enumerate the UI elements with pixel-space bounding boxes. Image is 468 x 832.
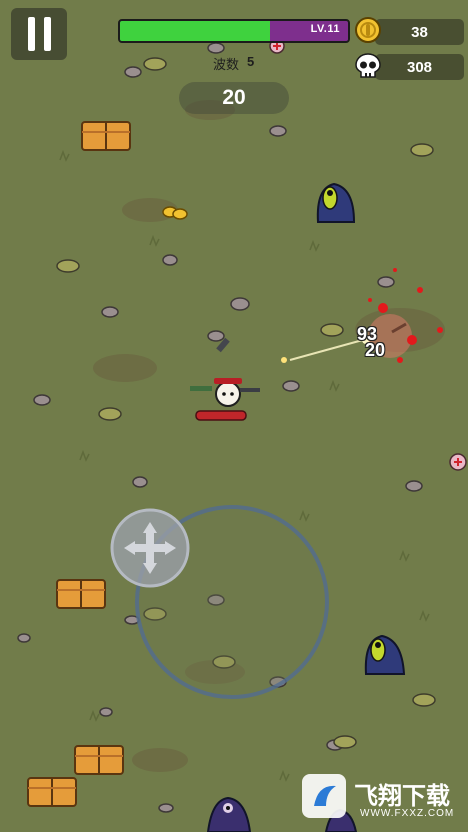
gold-coin-icon <box>355 17 381 43</box>
wave-indicator: 波数 5 <box>213 54 254 73</box>
skull-icon <box>355 53 381 78</box>
watermark-text: 飞翔下载 <box>354 783 450 810</box>
player-character <box>190 337 260 421</box>
xp-bar-fill <box>120 21 271 41</box>
gold-counter: 38 <box>375 19 464 45</box>
kill-count: 308 <box>406 58 433 76</box>
enemy-hooded <box>364 634 406 675</box>
wave-number: 5 <box>247 54 255 69</box>
wave-timer: 20 <box>179 82 289 114</box>
supply-crates <box>27 121 131 807</box>
watermark-url: WWW.FXXZ.COM <box>360 808 455 819</box>
xp-bar: LV.11 <box>118 19 350 43</box>
enemy-hooded <box>316 182 356 223</box>
virtual-joystick[interactable] <box>110 508 190 588</box>
pause-button[interactable] <box>11 8 67 60</box>
timer-value: 20 <box>222 86 246 109</box>
kill-counter: 308 <box>375 54 464 80</box>
watermark-logo <box>302 774 346 818</box>
wave-label: 波数 <box>213 57 240 72</box>
gold-count: 38 <box>411 23 428 41</box>
level-label: LV.11 <box>310 23 340 35</box>
pause-icon <box>27 17 51 51</box>
game-field <box>17 38 467 832</box>
enemy-tentacle <box>206 796 252 832</box>
damage-number: 20 <box>365 340 386 360</box>
health-potion <box>449 453 467 471</box>
